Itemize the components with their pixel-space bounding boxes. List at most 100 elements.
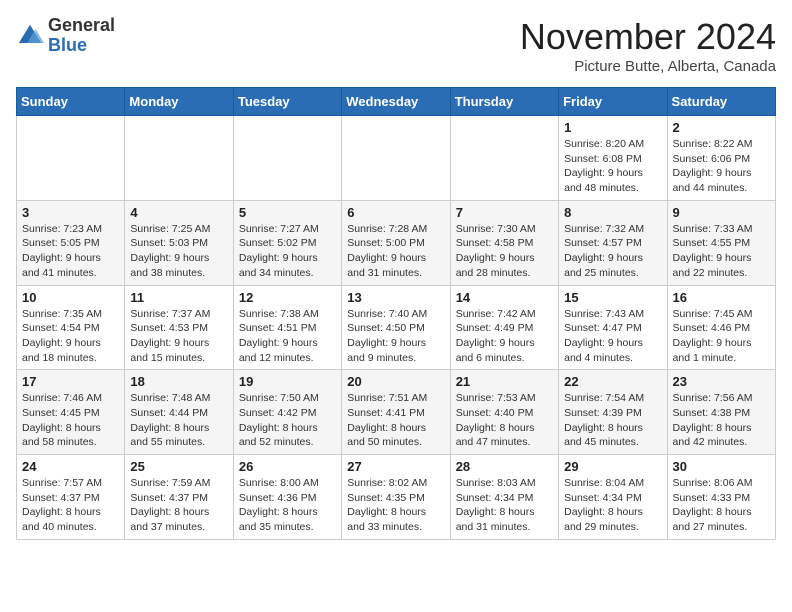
day-number: 7 [456,205,553,220]
day-info: Sunrise: 7:57 AM Sunset: 4:37 PM Dayligh… [22,476,119,535]
day-number: 2 [673,120,770,135]
weekday-header: Wednesday [342,88,450,116]
logo: General Blue [16,16,115,56]
day-info: Sunrise: 7:37 AM Sunset: 4:53 PM Dayligh… [130,307,227,366]
day-number: 11 [130,290,227,305]
day-number: 14 [456,290,553,305]
day-info: Sunrise: 8:20 AM Sunset: 6:08 PM Dayligh… [564,137,661,196]
calendar-cell: 24Sunrise: 7:57 AM Sunset: 4:37 PM Dayli… [17,455,125,540]
calendar-cell: 7 Sunrise: 7:30 AM Sunset: 4:58 PM Daylig… [450,200,558,285]
day-info: Sunrise: 7:23 AM Sunset: 5:05 PM Dayligh… [22,222,119,281]
title-area: November 2024 Picture Butte, Alberta, Ca… [520,16,776,75]
calendar-cell: 11 Sunrise: 7:37 AM Sunset: 4:53 PM Dayli… [125,285,233,370]
calendar-cell: 20 Sunrise: 7:51 AM Sunset: 4:41 PM Dayli… [342,370,450,455]
calendar-body: 1Sunrise: 8:20 AM Sunset: 6:08 PM Daylig… [17,116,776,540]
day-number: 28 [456,459,553,474]
calendar-cell: 29 Sunrise: 8:04 AM Sunset: 4:34 PM Dayli… [559,455,667,540]
day-info: Sunrise: 7:25 AM Sunset: 5:03 PM Dayligh… [130,222,227,281]
calendar-cell: 5Sunrise: 7:27 AM Sunset: 5:02 PM Daylig… [233,200,341,285]
day-info: Sunrise: 8:00 AM Sunset: 4:36 PM Dayligh… [239,476,336,535]
calendar-week: 3 Sunrise: 7:23 AM Sunset: 5:05 PM Daylig… [17,200,776,285]
location: Picture Butte, Alberta, Canada [520,58,776,75]
calendar-cell: 4 Sunrise: 7:25 AM Sunset: 5:03 PM Daylig… [125,200,233,285]
calendar-week: 10Sunrise: 7:35 AM Sunset: 4:54 PM Dayli… [17,285,776,370]
month-title: November 2024 [520,16,776,58]
calendar-week: 1Sunrise: 8:20 AM Sunset: 6:08 PM Daylig… [17,116,776,201]
calendar-cell: 30Sunrise: 8:06 AM Sunset: 4:33 PM Dayli… [667,455,775,540]
day-info: Sunrise: 7:38 AM Sunset: 4:51 PM Dayligh… [239,307,336,366]
day-number: 8 [564,205,661,220]
calendar-cell: 21 Sunrise: 7:53 AM Sunset: 4:40 PM Dayli… [450,370,558,455]
day-number: 25 [130,459,227,474]
day-number: 4 [130,205,227,220]
day-number: 9 [673,205,770,220]
calendar-cell: 28 Sunrise: 8:03 AM Sunset: 4:34 PM Dayli… [450,455,558,540]
day-info: Sunrise: 8:22 AM Sunset: 6:06 PM Dayligh… [673,137,770,196]
header: General Blue November 2024 Picture Butte… [16,16,776,75]
day-info: Sunrise: 7:46 AM Sunset: 4:45 PM Dayligh… [22,391,119,450]
logo-icon [16,22,44,50]
day-info: Sunrise: 7:43 AM Sunset: 4:47 PM Dayligh… [564,307,661,366]
calendar-cell [342,116,450,201]
calendar-table: SundayMondayTuesdayWednesdayThursdayFrid… [16,87,776,540]
day-number: 22 [564,374,661,389]
calendar-cell: 1Sunrise: 8:20 AM Sunset: 6:08 PM Daylig… [559,116,667,201]
calendar-cell: 9Sunrise: 7:33 AM Sunset: 4:55 PM Daylig… [667,200,775,285]
calendar-cell: 8 Sunrise: 7:32 AM Sunset: 4:57 PM Daylig… [559,200,667,285]
weekday-header: Friday [559,88,667,116]
day-info: Sunrise: 7:45 AM Sunset: 4:46 PM Dayligh… [673,307,770,366]
day-number: 29 [564,459,661,474]
day-info: Sunrise: 8:03 AM Sunset: 4:34 PM Dayligh… [456,476,553,535]
day-info: Sunrise: 7:35 AM Sunset: 4:54 PM Dayligh… [22,307,119,366]
day-info: Sunrise: 7:50 AM Sunset: 4:42 PM Dayligh… [239,391,336,450]
day-info: Sunrise: 7:32 AM Sunset: 4:57 PM Dayligh… [564,222,661,281]
calendar-cell: 27 Sunrise: 8:02 AM Sunset: 4:35 PM Dayli… [342,455,450,540]
day-number: 13 [347,290,444,305]
calendar-cell: 6Sunrise: 7:28 AM Sunset: 5:00 PM Daylig… [342,200,450,285]
day-number: 16 [673,290,770,305]
day-info: Sunrise: 7:48 AM Sunset: 4:44 PM Dayligh… [130,391,227,450]
day-info: Sunrise: 7:51 AM Sunset: 4:41 PM Dayligh… [347,391,444,450]
calendar-cell [17,116,125,201]
calendar-week: 24Sunrise: 7:57 AM Sunset: 4:37 PM Dayli… [17,455,776,540]
calendar-cell: 26 Sunrise: 8:00 AM Sunset: 4:36 PM Dayli… [233,455,341,540]
weekday-header: Saturday [667,88,775,116]
day-number: 12 [239,290,336,305]
weekday-header: Thursday [450,88,558,116]
calendar-week: 17Sunrise: 7:46 AM Sunset: 4:45 PM Dayli… [17,370,776,455]
day-info: Sunrise: 7:54 AM Sunset: 4:39 PM Dayligh… [564,391,661,450]
calendar-cell: 13Sunrise: 7:40 AM Sunset: 4:50 PM Dayli… [342,285,450,370]
logo-text: General Blue [48,16,115,56]
day-info: Sunrise: 7:28 AM Sunset: 5:00 PM Dayligh… [347,222,444,281]
calendar-cell: 14 Sunrise: 7:42 AM Sunset: 4:49 PM Dayli… [450,285,558,370]
calendar-cell: 19 Sunrise: 7:50 AM Sunset: 4:42 PM Dayli… [233,370,341,455]
day-info: Sunrise: 7:30 AM Sunset: 4:58 PM Dayligh… [456,222,553,281]
calendar-cell [233,116,341,201]
day-info: Sunrise: 7:56 AM Sunset: 4:38 PM Dayligh… [673,391,770,450]
day-number: 3 [22,205,119,220]
day-number: 21 [456,374,553,389]
weekday-header: Sunday [17,88,125,116]
day-info: Sunrise: 7:53 AM Sunset: 4:40 PM Dayligh… [456,391,553,450]
calendar-cell [450,116,558,201]
calendar-cell: 15 Sunrise: 7:43 AM Sunset: 4:47 PM Dayli… [559,285,667,370]
day-number: 19 [239,374,336,389]
day-info: Sunrise: 7:42 AM Sunset: 4:49 PM Dayligh… [456,307,553,366]
day-number: 18 [130,374,227,389]
calendar-cell: 2 Sunrise: 8:22 AM Sunset: 6:06 PM Daylig… [667,116,775,201]
calendar-cell: 18 Sunrise: 7:48 AM Sunset: 4:44 PM Dayli… [125,370,233,455]
calendar-cell: 17Sunrise: 7:46 AM Sunset: 4:45 PM Dayli… [17,370,125,455]
weekday-header: Monday [125,88,233,116]
day-info: Sunrise: 8:04 AM Sunset: 4:34 PM Dayligh… [564,476,661,535]
day-number: 26 [239,459,336,474]
day-number: 5 [239,205,336,220]
day-number: 20 [347,374,444,389]
calendar-cell: 16 Sunrise: 7:45 AM Sunset: 4:46 PM Dayli… [667,285,775,370]
day-number: 23 [673,374,770,389]
calendar-cell: 3 Sunrise: 7:23 AM Sunset: 5:05 PM Daylig… [17,200,125,285]
day-number: 15 [564,290,661,305]
weekday-header: Tuesday [233,88,341,116]
day-info: Sunrise: 8:02 AM Sunset: 4:35 PM Dayligh… [347,476,444,535]
day-number: 27 [347,459,444,474]
calendar-cell: 12 Sunrise: 7:38 AM Sunset: 4:51 PM Dayli… [233,285,341,370]
